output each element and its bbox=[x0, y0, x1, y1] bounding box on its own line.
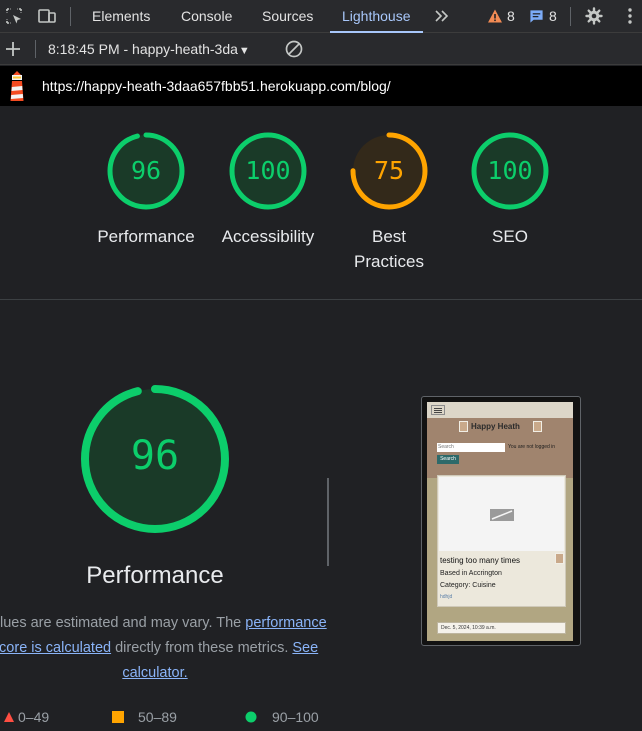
pass-circle-icon bbox=[245, 711, 257, 723]
preview-post-location: Based in Accrington bbox=[440, 570, 502, 577]
dropdown-caret-icon: ▼ bbox=[238, 45, 250, 57]
preview-post-title: testing too many times bbox=[440, 556, 521, 565]
tab-elements[interactable]: Elements bbox=[92, 0, 150, 33]
add-report-icon[interactable] bbox=[3, 39, 23, 59]
preview-post-category: Category: Cuisine bbox=[440, 582, 496, 589]
fail-triangle-icon bbox=[4, 712, 14, 722]
clear-block-icon[interactable] bbox=[284, 39, 304, 59]
gauge-label-best-practices: Best Practices bbox=[354, 227, 424, 271]
preview-post-date: Dec. 5, 2024, 10:39 a.m. bbox=[437, 622, 566, 634]
gauge-score-value: 100 bbox=[487, 156, 533, 185]
lighthouse-toolbar: 8:18:45 PM - happy-heath-3da▼ bbox=[0, 33, 642, 65]
preview-screen: Happy Heath Search You are not logged in… bbox=[427, 402, 573, 641]
preview-post-card: testing too many times Based in Accringt… bbox=[437, 475, 566, 607]
page-screenshot-preview[interactable]: Happy Heath Search You are not logged in… bbox=[421, 396, 581, 646]
preview-site-title: Happy Heath bbox=[471, 422, 520, 431]
messages-count[interactable]: 8 bbox=[549, 8, 557, 24]
report-url[interactable]: https://happy-heath-3daa657fbb51.herokua… bbox=[42, 78, 391, 94]
preview-post-author: hdhjd bbox=[440, 594, 453, 600]
more-tabs-icon[interactable] bbox=[432, 6, 452, 26]
description-text: Values are estimated and may vary. The bbox=[0, 615, 246, 631]
tabbar-divider bbox=[570, 7, 571, 26]
score-gauge-performance[interactable]: 96 bbox=[106, 131, 186, 211]
device-toolbar-icon[interactable] bbox=[37, 6, 57, 26]
report-select[interactable]: 8:18:45 PM - happy-heath-3da▼ bbox=[48, 41, 250, 57]
performance-score: 96 bbox=[130, 433, 180, 479]
gauge-score-value: 75 bbox=[373, 156, 405, 185]
screenshot-divider bbox=[327, 478, 329, 566]
devtools-tabbar: Elements Console Sources Lighthouse 8 8 bbox=[0, 0, 642, 33]
score-gauge-best-practices[interactable]: 75 bbox=[349, 131, 429, 211]
avatar bbox=[459, 421, 468, 432]
warning-icon[interactable] bbox=[487, 8, 503, 24]
legend-average-label: 50–89 bbox=[138, 709, 177, 725]
preview-login-status: You are not logged in bbox=[508, 444, 556, 450]
section-divider bbox=[0, 299, 642, 300]
score-gauge-seo[interactable]: 100 bbox=[470, 131, 550, 211]
tabbar-divider bbox=[70, 7, 71, 26]
warnings-count[interactable]: 8 bbox=[507, 8, 515, 24]
toolbar-divider bbox=[35, 40, 36, 58]
performance-description: Values are estimated and may vary. The p… bbox=[0, 611, 330, 686]
report-select-label: 8:18:45 PM - happy-heath-3da bbox=[48, 41, 238, 57]
legend-fail-label: 0–49 bbox=[18, 709, 50, 725]
image-placeholder-icon bbox=[490, 509, 514, 521]
preview-post-image bbox=[439, 477, 564, 551]
score-gauge-accessibility[interactable]: 100 bbox=[228, 131, 308, 211]
legend-fail: 0–49 bbox=[3, 709, 49, 725]
gauge-label-seo: SEO bbox=[492, 227, 528, 246]
legend-average: 50–89 bbox=[112, 709, 177, 725]
description-text: directly from these metrics. bbox=[111, 640, 293, 656]
legend-pass-label: 90–100 bbox=[272, 709, 319, 725]
report-url-bar: https://happy-heath-3daa657fbb51.herokua… bbox=[0, 66, 642, 106]
message-icon[interactable] bbox=[529, 9, 544, 24]
tab-lighthouse[interactable]: Lighthouse bbox=[330, 0, 423, 33]
tab-sources[interactable]: Sources bbox=[262, 0, 313, 33]
gauge-label-accessibility: Accessibility bbox=[221, 227, 315, 246]
performance-title: Performance bbox=[86, 562, 224, 589]
gauge-score-value: 96 bbox=[130, 156, 162, 185]
preview-search-button: Search bbox=[437, 455, 459, 464]
average-square-icon bbox=[112, 711, 124, 723]
preview-navbar bbox=[427, 402, 573, 418]
hamburger-menu-icon bbox=[431, 405, 445, 415]
gauge-label-performance: Performance bbox=[97, 227, 195, 246]
avatar bbox=[533, 421, 542, 432]
gauge-score-value: 100 bbox=[245, 156, 291, 185]
tab-console[interactable]: Console bbox=[181, 0, 232, 33]
avatar bbox=[555, 553, 564, 564]
settings-gear-icon[interactable] bbox=[584, 6, 604, 26]
lighthouse-logo-icon bbox=[10, 71, 24, 101]
preview-search-input: Search bbox=[437, 443, 505, 452]
more-options-icon[interactable] bbox=[620, 6, 640, 26]
legend-pass: 90–100 bbox=[245, 709, 319, 725]
inspect-element-icon[interactable] bbox=[4, 6, 24, 26]
